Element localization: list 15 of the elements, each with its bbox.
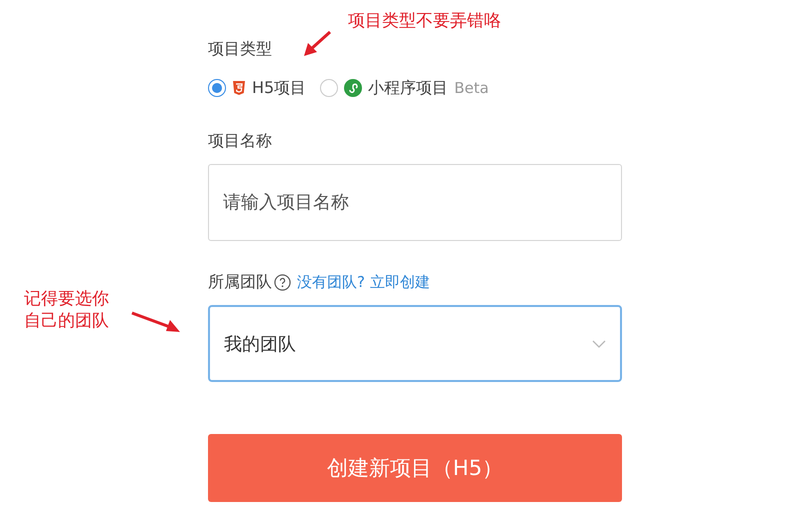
field-label: 所属团队 xyxy=(208,271,272,293)
create-team-link[interactable]: 没有团队? 立即创建 xyxy=(297,272,430,292)
annotation-text: 记得要选你自己的团队 xyxy=(24,288,110,332)
html5-icon xyxy=(232,80,246,96)
project-type-radio[interactable]: 小程序项目 Beta xyxy=(320,78,489,98)
arrow-icon xyxy=(302,30,332,58)
team-select[interactable]: 我的团队 xyxy=(208,305,622,382)
project-type-radio[interactable]: H5项目 xyxy=(208,78,306,98)
mini-program-icon xyxy=(344,79,362,97)
field-label: 项目名称 xyxy=(208,130,272,152)
help-icon[interactable] xyxy=(274,274,291,290)
annotation-text: 项目类型不要弄错咯 xyxy=(348,10,501,32)
chevron-down-icon xyxy=(592,338,606,348)
project-name-field[interactable]: 请输入项目名称 xyxy=(208,164,622,241)
field-label: 项目类型 xyxy=(208,38,272,60)
